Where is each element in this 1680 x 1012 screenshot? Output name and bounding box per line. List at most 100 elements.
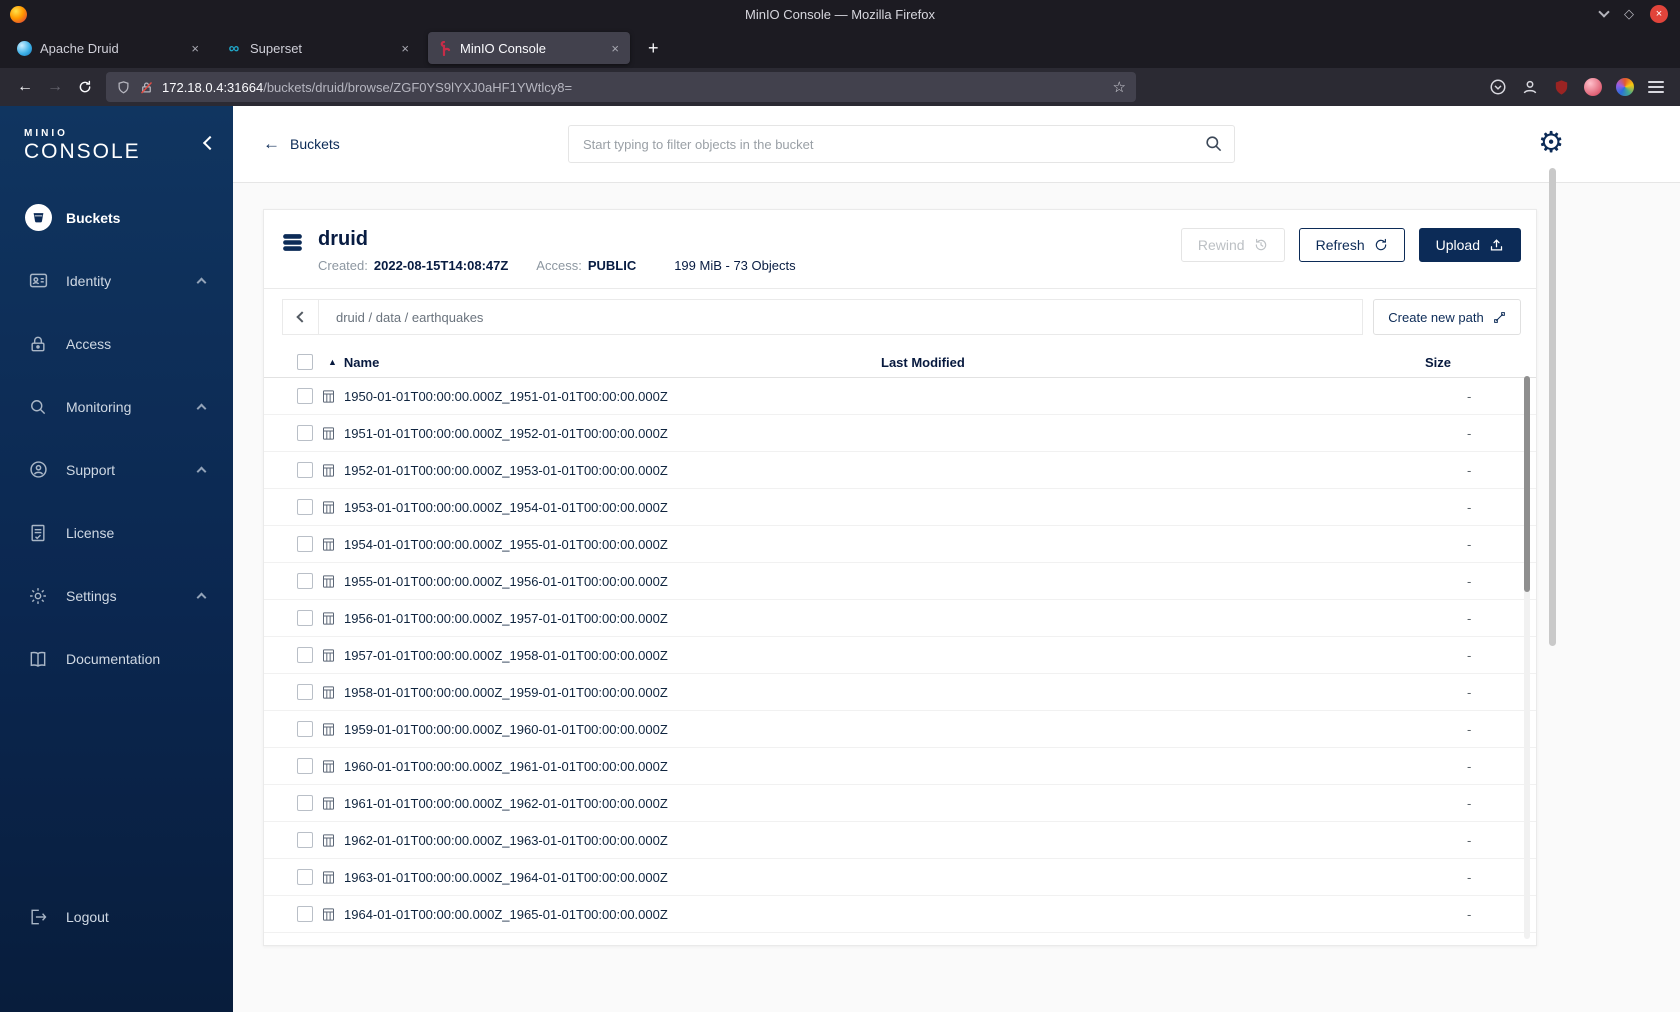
- tab-close-icon[interactable]: ×: [398, 41, 412, 56]
- row-checkbox[interactable]: [297, 610, 313, 626]
- row-checkbox[interactable]: [297, 388, 313, 404]
- row-checkbox[interactable]: [297, 869, 313, 885]
- object-name: 1956-01-01T00:00:00.000Z_1957-01-01T00:0…: [344, 610, 668, 626]
- menu-icon[interactable]: [1648, 81, 1664, 93]
- table-row[interactable]: 1952-01-01T00:00:00.000Z_1953-01-01T00:0…: [264, 452, 1536, 489]
- sidebar-item-label: Logout: [66, 908, 109, 925]
- table-row[interactable]: 1950-01-01T00:00:00.000Z_1951-01-01T00:0…: [264, 378, 1536, 415]
- path-box: druid / data / earthquakes: [282, 299, 1363, 335]
- tab-minio-console[interactable]: MinIO Console ×: [428, 32, 630, 64]
- object-name-cell[interactable]: 1954-01-01T00:00:00.000Z_1955-01-01T00:0…: [321, 537, 863, 552]
- tab-close-icon[interactable]: ×: [608, 41, 622, 56]
- search-input[interactable]: [568, 125, 1235, 163]
- window-close-icon[interactable]: ×: [1650, 5, 1668, 23]
- tab-close-icon[interactable]: ×: [188, 41, 202, 56]
- reload-button[interactable]: [70, 73, 100, 101]
- tab-superset[interactable]: ∞ Superset ×: [218, 32, 420, 64]
- object-name-cell[interactable]: 1960-01-01T00:00:00.000Z_1961-01-01T00:0…: [321, 759, 863, 774]
- create-new-path-button[interactable]: Create new path: [1373, 299, 1521, 335]
- sidebar-item-documentation[interactable]: Documentation: [0, 627, 233, 690]
- object-name-cell[interactable]: 1950-01-01T00:00:00.000Z_1951-01-01T00:0…: [321, 389, 863, 404]
- page-scrollbar[interactable]: [1549, 168, 1556, 646]
- object-name-cell[interactable]: 1952-01-01T00:00:00.000Z_1953-01-01T00:0…: [321, 463, 863, 478]
- sidebar-item-support[interactable]: Support: [0, 438, 233, 501]
- object-name-cell[interactable]: 1962-01-01T00:00:00.000Z_1963-01-01T00:0…: [321, 833, 863, 848]
- row-checkbox[interactable]: [297, 906, 313, 922]
- row-checkbox[interactable]: [297, 721, 313, 737]
- insecure-lock-icon[interactable]: [139, 80, 154, 95]
- sidebar-item-buckets[interactable]: Buckets: [0, 186, 233, 249]
- new-path-icon: [1493, 311, 1505, 323]
- table-row[interactable]: 1958-01-01T00:00:00.000Z_1959-01-01T00:0…: [264, 674, 1536, 711]
- breadcrumb[interactable]: druid / data / earthquakes: [319, 310, 483, 325]
- row-checkbox[interactable]: [297, 499, 313, 515]
- row-checkbox[interactable]: [297, 832, 313, 848]
- search-icon[interactable]: [1204, 134, 1223, 153]
- row-checkbox[interactable]: [297, 684, 313, 700]
- file-icon: [321, 500, 336, 515]
- table-row[interactable]: 1964-01-01T00:00:00.000Z_1965-01-01T00:0…: [264, 896, 1536, 933]
- object-name-cell[interactable]: 1955-01-01T00:00:00.000Z_1956-01-01T00:0…: [321, 574, 863, 589]
- object-name-cell[interactable]: 1964-01-01T00:00:00.000Z_1965-01-01T00:0…: [321, 907, 863, 922]
- table-row[interactable]: 1955-01-01T00:00:00.000Z_1956-01-01T00:0…: [264, 563, 1536, 600]
- select-all-checkbox[interactable]: [297, 354, 313, 370]
- window-maximize-icon[interactable]: ◇: [1624, 6, 1634, 22]
- upload-button[interactable]: Upload: [1418, 228, 1521, 262]
- table-row[interactable]: 1959-01-01T00:00:00.000Z_1960-01-01T00:0…: [264, 711, 1536, 748]
- pocket-icon[interactable]: [1489, 78, 1507, 96]
- settings-gear-icon[interactable]: ⚙: [1538, 128, 1564, 157]
- back-to-buckets-link[interactable]: ← Buckets: [263, 134, 340, 154]
- row-checkbox[interactable]: [297, 462, 313, 478]
- sidebar-item-access[interactable]: Access: [0, 312, 233, 375]
- forward-button[interactable]: →: [40, 73, 70, 101]
- row-checkbox[interactable]: [297, 536, 313, 552]
- table-row[interactable]: 1951-01-01T00:00:00.000Z_1952-01-01T00:0…: [264, 415, 1536, 452]
- table-scrollbar-thumb[interactable]: [1524, 376, 1530, 592]
- table-row[interactable]: 1961-01-01T00:00:00.000Z_1962-01-01T00:0…: [264, 785, 1536, 822]
- table-row[interactable]: 1960-01-01T00:00:00.000Z_1961-01-01T00:0…: [264, 748, 1536, 785]
- row-checkbox[interactable]: [297, 573, 313, 589]
- ublock-icon[interactable]: [1553, 79, 1570, 96]
- column-name[interactable]: ▲ Name: [321, 355, 863, 370]
- object-name-cell[interactable]: 1951-01-01T00:00:00.000Z_1952-01-01T00:0…: [321, 426, 863, 441]
- account-icon[interactable]: [1521, 78, 1539, 96]
- sidebar-item-identity[interactable]: Identity: [0, 249, 233, 312]
- object-name-cell[interactable]: 1963-01-01T00:00:00.000Z_1964-01-01T00:0…: [321, 870, 863, 885]
- extension-icon[interactable]: [1616, 78, 1634, 96]
- row-checkbox[interactable]: [297, 758, 313, 774]
- file-icon: [321, 574, 336, 589]
- bookmark-star-icon[interactable]: ☆: [1113, 78, 1126, 96]
- tracking-shield-icon[interactable]: [116, 80, 131, 95]
- object-name-cell[interactable]: 1953-01-01T00:00:00.000Z_1954-01-01T00:0…: [321, 500, 863, 515]
- sidebar-item-monitoring[interactable]: Monitoring: [0, 375, 233, 438]
- url-bar[interactable]: 172.18.0.4:31664/buckets/druid/browse/ZG…: [106, 72, 1136, 102]
- table-row[interactable]: 1957-01-01T00:00:00.000Z_1958-01-01T00:0…: [264, 637, 1536, 674]
- table-row[interactable]: 1956-01-01T00:00:00.000Z_1957-01-01T00:0…: [264, 600, 1536, 637]
- table-row[interactable]: 1954-01-01T00:00:00.000Z_1955-01-01T00:0…: [264, 526, 1536, 563]
- object-name-cell[interactable]: 1958-01-01T00:00:00.000Z_1959-01-01T00:0…: [321, 685, 863, 700]
- profile-avatar-icon[interactable]: [1584, 78, 1602, 96]
- table-row[interactable]: 1953-01-01T00:00:00.000Z_1954-01-01T00:0…: [264, 489, 1536, 526]
- back-button[interactable]: ←: [10, 73, 40, 101]
- path-back-button[interactable]: [283, 300, 319, 334]
- refresh-button[interactable]: Refresh: [1298, 228, 1405, 262]
- object-name-cell[interactable]: 1961-01-01T00:00:00.000Z_1962-01-01T00:0…: [321, 796, 863, 811]
- window-minimize-icon[interactable]: [1598, 6, 1610, 18]
- row-checkbox[interactable]: [297, 425, 313, 441]
- object-name-cell[interactable]: 1959-01-01T00:00:00.000Z_1960-01-01T00:0…: [321, 722, 863, 737]
- table-row[interactable]: 1962-01-01T00:00:00.000Z_1963-01-01T00:0…: [264, 822, 1536, 859]
- sidebar-item-logout[interactable]: Logout: [0, 885, 233, 948]
- rewind-button[interactable]: Rewind: [1180, 228, 1285, 262]
- object-name-cell[interactable]: 1956-01-01T00:00:00.000Z_1957-01-01T00:0…: [321, 611, 863, 626]
- sidebar-item-settings[interactable]: Settings: [0, 564, 233, 627]
- access-value[interactable]: PUBLIC: [588, 258, 636, 273]
- row-checkbox[interactable]: [297, 647, 313, 663]
- sidebar-item-license[interactable]: License: [0, 501, 233, 564]
- column-size[interactable]: Size: [1412, 355, 1526, 370]
- new-tab-button[interactable]: +: [638, 38, 669, 59]
- object-name-cell[interactable]: 1957-01-01T00:00:00.000Z_1958-01-01T00:0…: [321, 648, 863, 663]
- column-last-modified[interactable]: Last Modified: [863, 355, 1412, 370]
- row-checkbox[interactable]: [297, 795, 313, 811]
- table-row[interactable]: 1963-01-01T00:00:00.000Z_1964-01-01T00:0…: [264, 859, 1536, 896]
- tab-apache-druid[interactable]: Apache Druid ×: [8, 32, 210, 64]
